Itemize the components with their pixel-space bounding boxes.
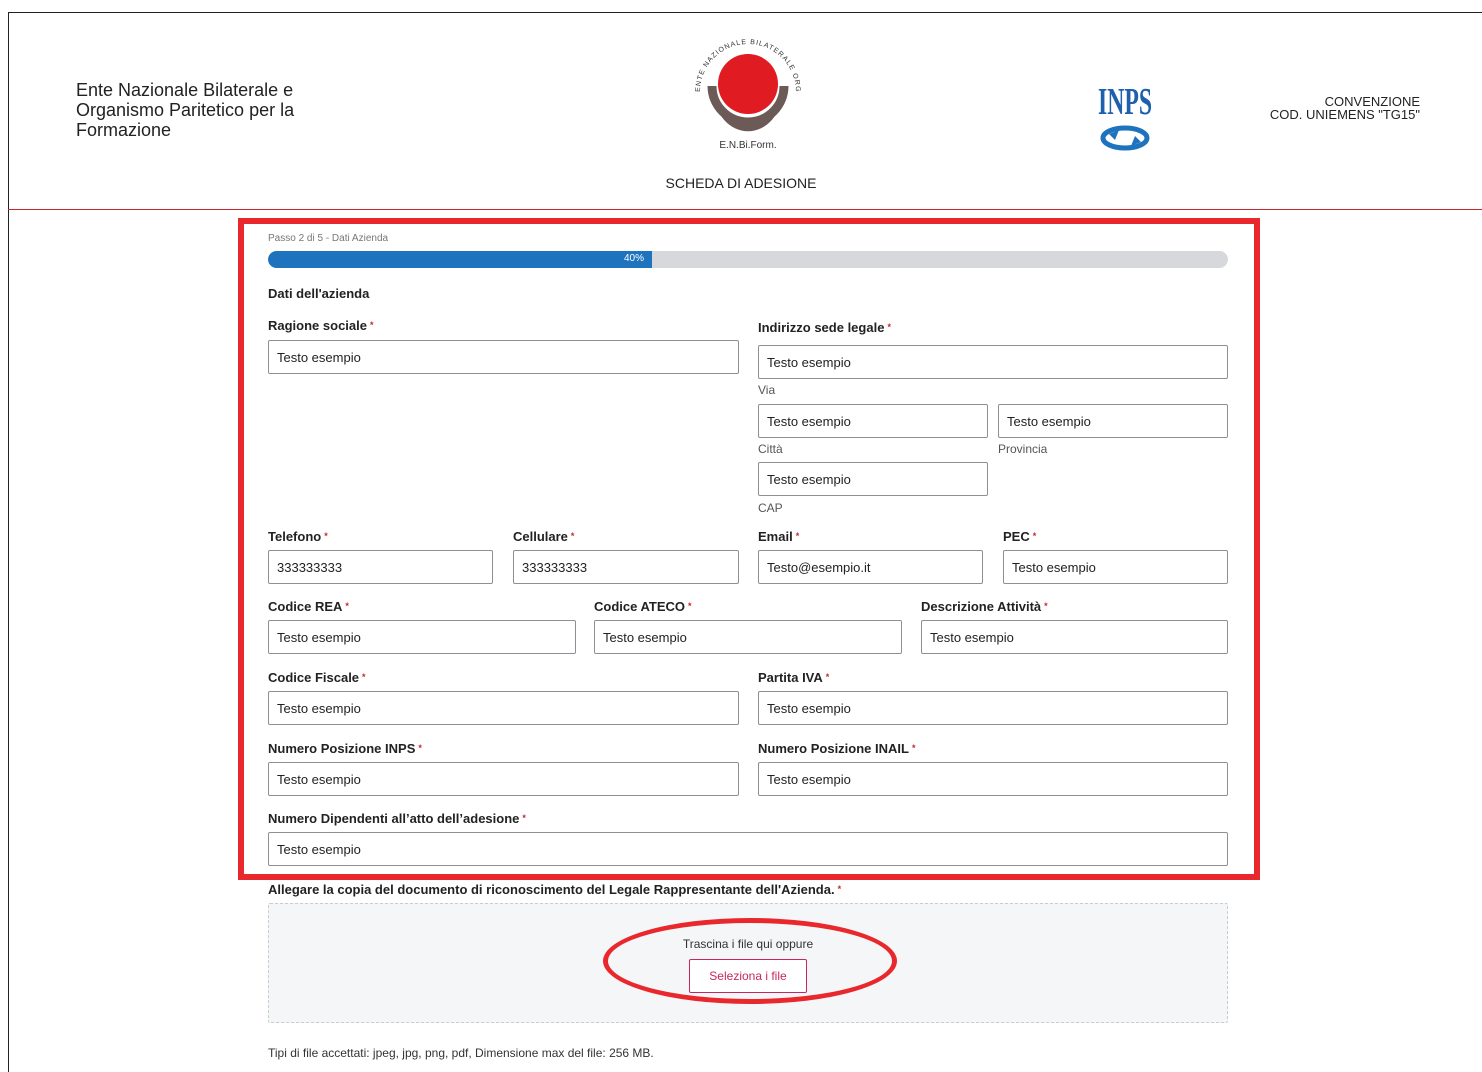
file-drop-zone[interactable]: Trascina i file qui oppure Seleziona i f… (268, 903, 1228, 1023)
citta-input[interactable] (758, 404, 988, 438)
upload-label: Allegare la copia del documento di ricon… (268, 882, 842, 897)
file-types-note: Tipi di file accettati: jpeg, jpg, png, … (268, 1046, 654, 1060)
ragione-sociale-label: Ragione sociale * (268, 318, 374, 333)
codice-fiscale-label: Codice Fiscale * (268, 670, 366, 685)
progress-percent: 40% (623, 253, 644, 264)
provincia-sublabel: Provincia (998, 442, 1048, 456)
descrizione-attivita-label: Descrizione Attività * (921, 599, 1048, 614)
citta-sublabel: Città (758, 442, 783, 456)
email-label: Email * (758, 529, 800, 544)
codice-rea-input[interactable] (268, 620, 576, 654)
posizione-inps-input[interactable] (268, 762, 739, 796)
indirizzo-label: Indirizzo sede legale * (758, 320, 891, 335)
progress-fill: 40% (268, 251, 652, 268)
cap-sublabel: CAP (758, 501, 783, 515)
via-input[interactable] (758, 345, 1228, 379)
pec-label: PEC * (1003, 529, 1037, 544)
telefono-input[interactable] (268, 550, 493, 584)
email-input[interactable] (758, 550, 983, 584)
select-files-button[interactable]: Seleziona i file (689, 959, 807, 993)
codice-fiscale-input[interactable] (268, 691, 739, 725)
partita-iva-label: Partita IVA * (758, 670, 830, 685)
section-title: Dati dell'azienda (268, 286, 370, 301)
posizione-inps-label: Numero Posizione INPS * (268, 741, 422, 756)
progress-bar: 40% (268, 251, 1228, 268)
partita-iva-input[interactable] (758, 691, 1228, 725)
descrizione-attivita-input[interactable] (921, 620, 1228, 654)
numero-dipendenti-input[interactable] (268, 832, 1228, 866)
cap-input[interactable] (758, 462, 988, 496)
drop-text: Trascina i file qui oppure (682, 937, 814, 951)
codice-rea-label: Codice REA * (268, 599, 349, 614)
codice-ateco-input[interactable] (594, 620, 902, 654)
provincia-input[interactable] (998, 404, 1228, 438)
ragione-sociale-input[interactable] (268, 340, 739, 374)
cellulare-label: Cellulare * (513, 529, 575, 544)
numero-dipendenti-label: Numero Dipendenti all’atto dell’adesione… (268, 811, 526, 826)
codice-ateco-label: Codice ATECO * (594, 599, 692, 614)
via-sublabel: Via (758, 383, 776, 397)
posizione-inail-input[interactable] (758, 762, 1228, 796)
posizione-inail-label: Numero Posizione INAIL * (758, 741, 916, 756)
step-label: Passo 2 di 5 - Dati Azienda (268, 233, 389, 244)
pec-input[interactable] (1003, 550, 1228, 584)
cellulare-input[interactable] (513, 550, 739, 584)
telefono-label: Telefono * (268, 529, 328, 544)
company-data-form: Passo 2 di 5 - Dati Azienda 40% Dati del… (0, 0, 1482, 1067)
